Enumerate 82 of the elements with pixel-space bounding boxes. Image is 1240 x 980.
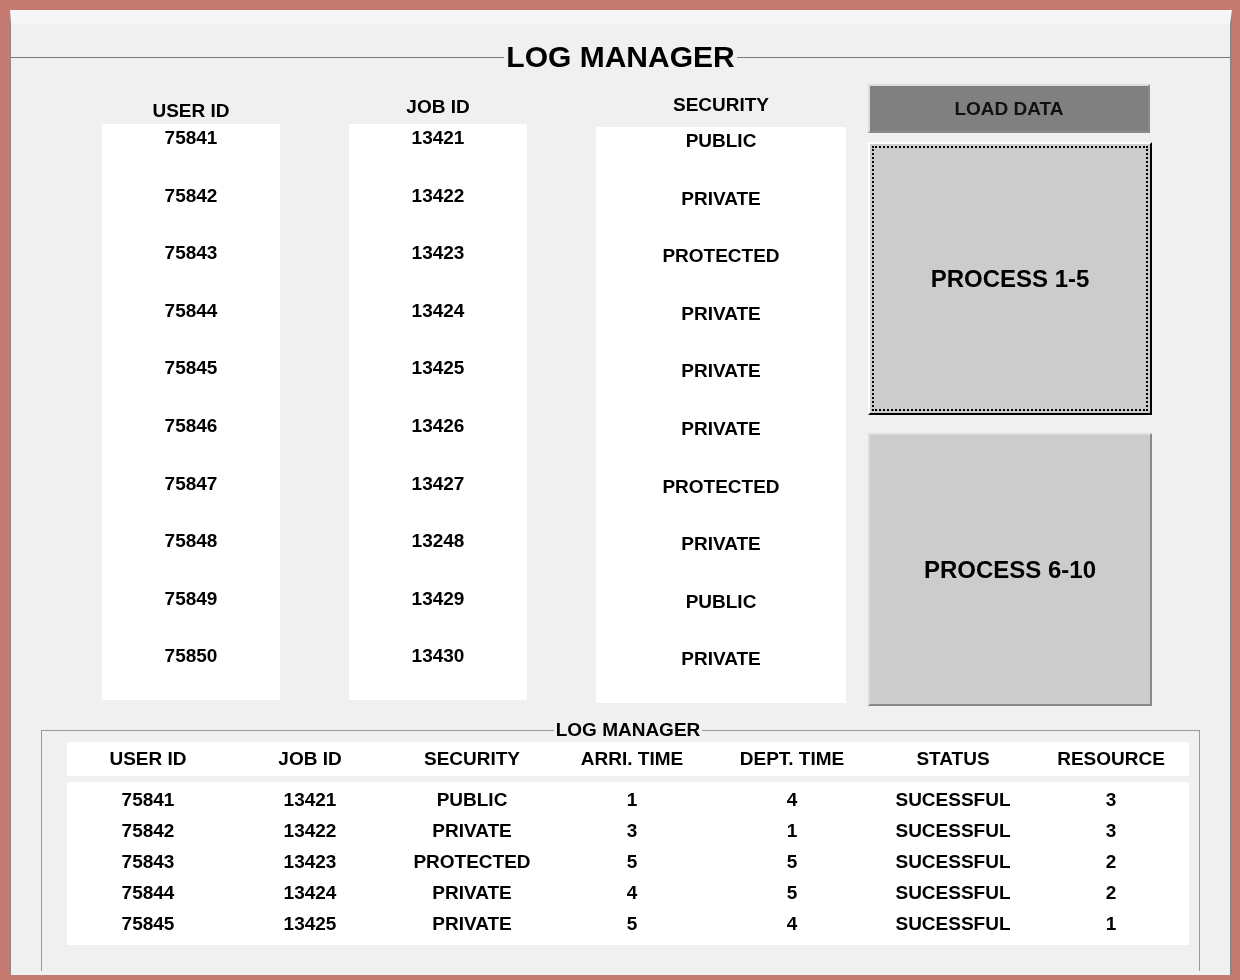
list-item[interactable]: 75841	[102, 124, 280, 182]
table-cell-text: 75841	[120, 788, 176, 811]
list-item[interactable]: 75844	[102, 296, 280, 355]
table-cell-text: 1	[1104, 912, 1118, 935]
load-data-button[interactable]: LOAD DATA	[868, 84, 1150, 134]
table-cell-text: 75844	[120, 881, 176, 904]
list-item[interactable]: PRIVATE	[596, 645, 846, 703]
table-cell-text: PROTECTED	[412, 850, 532, 873]
list-item[interactable]: 13430	[349, 642, 527, 700]
list-item[interactable]: 13422	[349, 181, 527, 240]
process-button[interactable]: PROCESS 1-5	[868, 142, 1152, 416]
list-item[interactable]: PROTECTED	[596, 472, 846, 531]
table-cell-text: 5	[785, 850, 799, 873]
process-button[interactable]: PROCESS 6-10	[868, 433, 1152, 706]
list-item[interactable]: 75850	[102, 642, 280, 700]
table-cell-text: 13424	[282, 881, 338, 904]
column-header: ARRI. TIME	[579, 748, 685, 770]
table-cell-text: SUCESSFUL	[894, 850, 1012, 873]
column-header: STATUS	[915, 748, 991, 770]
table-cell-text: 13422	[282, 819, 338, 842]
list-item[interactable]: 13427	[349, 469, 527, 528]
table-cell-text: 1	[625, 788, 639, 811]
list-item[interactable]: 13248	[349, 527, 527, 585]
table-cell-text: PUBLIC	[435, 788, 509, 811]
table-cell-text: 2	[1104, 850, 1118, 873]
list-item[interactable]: PRIVATE	[596, 357, 846, 415]
list-item[interactable]: PUBLIC	[596, 127, 846, 185]
table-cell-text: 3	[1104, 788, 1118, 811]
list-item[interactable]: PRIVATE	[596, 414, 846, 473]
list-item[interactable]: 75843	[102, 239, 280, 297]
list-item[interactable]: 75845	[102, 354, 280, 412]
column-header: USER ID	[108, 748, 188, 770]
list-item[interactable]: PRIVATE	[596, 530, 846, 588]
column-header: USER ID	[152, 99, 230, 123]
list-item[interactable]: 13429	[349, 584, 527, 643]
list-item[interactable]: 13424	[349, 296, 527, 355]
list-item[interactable]: 13421	[349, 124, 527, 182]
column-header: JOB ID	[406, 95, 470, 119]
table-cell-text: 5	[625, 850, 639, 873]
list-item[interactable]: PUBLIC	[596, 587, 846, 646]
table-cell-text: 13423	[282, 850, 338, 873]
list-item[interactable]: PRIVATE	[596, 184, 846, 243]
table-cell-text: 13425	[282, 912, 338, 935]
list-item[interactable]: 75846	[102, 411, 280, 470]
table-cell-text: 75845	[120, 912, 176, 935]
list-item[interactable]: 75847	[102, 469, 280, 528]
list-item[interactable]: 75842	[102, 181, 280, 240]
table-cell-text: SUCESSFUL	[894, 819, 1012, 842]
column-header: RESOURCE	[1056, 748, 1166, 770]
table-cell-text: 4	[785, 788, 799, 811]
column-header: DEPT. TIME	[738, 748, 846, 770]
table-cell-text: 5	[785, 881, 799, 904]
list-item[interactable]: PROTECTED	[596, 242, 846, 300]
column-header: SECURITY	[672, 93, 770, 117]
listbox[interactable]: 75841 75842 75843 75844 75845 75846 75847 75848 75849 75850	[102, 124, 280, 700]
table-cell-text: PRIVATE	[431, 912, 513, 935]
table-cell-text: 4	[785, 912, 799, 935]
listbox[interactable]: PUBLIC PRIVATE PROTECTED PRIVATE PRIVATE PRIVATE PROTECTED PRIVATE PUBLIC PRIVATE	[596, 127, 846, 703]
listbox[interactable]: 13421 13422 13423 13424 13425 13426 13427 13248 13429 13430	[349, 124, 527, 700]
table-cell-text: PRIVATE	[431, 819, 513, 842]
panel-title: LOG MANAGER	[505, 40, 736, 74]
table-cell-text: 3	[625, 819, 639, 842]
list-item[interactable]: 13425	[349, 354, 527, 412]
table-cell-text: 13421	[282, 788, 338, 811]
table-cell-text: 75842	[120, 819, 176, 842]
table-cell-text: SUCESSFUL	[894, 912, 1012, 935]
list-item[interactable]: 75848	[102, 527, 280, 585]
table-cell-text: 2	[1104, 881, 1118, 904]
table-cell-text: PRIVATE	[431, 881, 513, 904]
list-item[interactable]: 13423	[349, 239, 527, 297]
column-header: SECURITY	[422, 748, 522, 770]
table-cell-text: 4	[625, 881, 639, 904]
list-item[interactable]: 75849	[102, 584, 280, 643]
table-cell-text: SUCESSFUL	[894, 881, 1012, 904]
list-item[interactable]: 13426	[349, 411, 527, 470]
table-cell-text: 5	[625, 912, 639, 935]
table-cell-text: SUCESSFUL	[894, 788, 1012, 811]
table-cell-text: 1	[785, 819, 799, 842]
list-item[interactable]: PRIVATE	[596, 299, 846, 358]
column-header: JOB ID	[277, 748, 343, 770]
table-cell-text: 3	[1104, 819, 1118, 842]
table-cell-text: 75843	[120, 850, 176, 873]
